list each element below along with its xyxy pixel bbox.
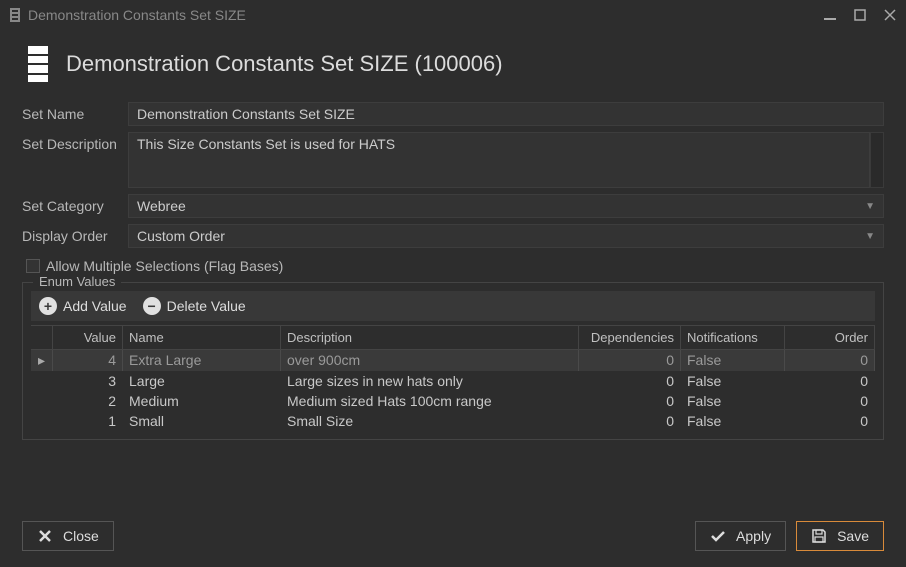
close-button[interactable]: Close — [22, 521, 114, 551]
cell-notifications[interactable]: False — [681, 391, 785, 411]
grid-header-value[interactable]: Value — [53, 326, 123, 349]
set-description-input[interactable]: This Size Constants Set is used for HATS — [128, 132, 870, 188]
enum-toolbar: + Add Value − Delete Value — [31, 291, 875, 321]
minimize-button[interactable] — [822, 7, 838, 23]
set-category-select[interactable]: Webree ▼ — [128, 194, 884, 218]
grid-header-name[interactable]: Name — [123, 326, 281, 349]
table-row[interactable]: ▸ 4 Extra Large over 900cm 0 False 0 — [31, 350, 875, 371]
cell-dependencies[interactable]: 0 — [579, 371, 681, 391]
enum-values-group: Enum Values + Add Value − Delete Value V… — [22, 282, 884, 440]
cell-value[interactable]: 2 — [53, 391, 123, 411]
cell-name[interactable]: Small — [123, 411, 281, 431]
table-row[interactable]: 3 Large Large sizes in new hats only 0 F… — [31, 371, 875, 391]
grid-header-description[interactable]: Description — [281, 326, 579, 349]
set-name-label: Set Name — [22, 102, 128, 122]
check-icon — [710, 528, 726, 544]
chevron-down-icon: ▼ — [865, 231, 875, 242]
minus-icon: − — [143, 297, 161, 315]
cell-name[interactable]: Extra Large — [123, 350, 281, 371]
display-order-label: Display Order — [22, 224, 128, 244]
allow-multiple-label: Allow Multiple Selections (Flag Bases) — [46, 258, 283, 274]
apply-label: Apply — [736, 528, 771, 544]
set-category-label: Set Category — [22, 194, 128, 214]
cell-description[interactable]: Small Size — [281, 411, 579, 431]
row-marker — [31, 391, 53, 411]
set-description-label: Set Description — [22, 132, 128, 152]
grid-header: Value Name Description Dependencies Noti… — [31, 325, 875, 350]
plus-icon: + — [39, 297, 57, 315]
row-marker — [31, 371, 53, 391]
cell-description[interactable]: Large sizes in new hats only — [281, 371, 579, 391]
grid-header-order[interactable]: Order — [785, 326, 875, 349]
save-label: Save — [837, 528, 869, 544]
cell-description[interactable]: over 900cm — [281, 350, 579, 371]
grid-header-notifications[interactable]: Notifications — [681, 326, 785, 349]
row-marker-icon: ▸ — [31, 350, 53, 371]
apply-button[interactable]: Apply — [695, 521, 786, 551]
page-title: Demonstration Constants Set SIZE (100006… — [66, 51, 503, 77]
display-order-value: Custom Order — [137, 228, 225, 244]
cell-notifications[interactable]: False — [681, 350, 785, 371]
allow-multiple-checkbox[interactable] — [26, 259, 40, 273]
add-value-label: Add Value — [63, 298, 127, 314]
set-category-value: Webree — [137, 198, 186, 214]
app-icon — [8, 8, 22, 22]
cell-order[interactable]: 0 — [785, 371, 875, 391]
row-marker — [31, 411, 53, 431]
cell-value[interactable]: 3 — [53, 371, 123, 391]
cell-value[interactable]: 1 — [53, 411, 123, 431]
cell-name[interactable]: Medium — [123, 391, 281, 411]
cell-notifications[interactable]: False — [681, 411, 785, 431]
add-value-button[interactable]: + Add Value — [39, 297, 127, 315]
cell-name[interactable]: Large — [123, 371, 281, 391]
delete-value-button[interactable]: − Delete Value — [143, 297, 246, 315]
allow-multiple-checkbox-row[interactable]: Allow Multiple Selections (Flag Bases) — [22, 254, 884, 282]
display-order-select[interactable]: Custom Order ▼ — [128, 224, 884, 248]
cell-order[interactable]: 0 — [785, 391, 875, 411]
grid-body: ▸ 4 Extra Large over 900cm 0 False 0 3 L… — [31, 350, 875, 431]
enum-grid: Value Name Description Dependencies Noti… — [31, 325, 875, 431]
titlebar: Demonstration Constants Set SIZE — [0, 0, 906, 30]
table-row[interactable]: 2 Medium Medium sized Hats 100cm range 0… — [31, 391, 875, 411]
cell-dependencies[interactable]: 0 — [579, 350, 681, 371]
set-icon — [28, 46, 48, 82]
grid-header-dependencies[interactable]: Dependencies — [579, 326, 681, 349]
save-button[interactable]: Save — [796, 521, 884, 551]
cell-order[interactable]: 0 — [785, 350, 875, 371]
page-header: Demonstration Constants Set SIZE (100006… — [0, 30, 906, 102]
maximize-button[interactable] — [852, 7, 868, 23]
cell-dependencies[interactable]: 0 — [579, 411, 681, 431]
close-icon — [37, 528, 53, 544]
save-icon — [811, 528, 827, 544]
cell-value[interactable]: 4 — [53, 350, 123, 371]
grid-header-marker — [31, 326, 53, 349]
set-name-input[interactable]: Demonstration Constants Set SIZE — [128, 102, 884, 126]
window-title: Demonstration Constants Set SIZE — [28, 7, 822, 23]
enum-values-title: Enum Values — [33, 274, 121, 289]
cell-dependencies[interactable]: 0 — [579, 391, 681, 411]
footer: Close Apply Save — [0, 509, 906, 567]
chevron-down-icon: ▼ — [865, 201, 875, 212]
cell-notifications[interactable]: False — [681, 371, 785, 391]
form: Set Name Demonstration Constants Set SIZ… — [0, 102, 906, 282]
cell-description[interactable]: Medium sized Hats 100cm range — [281, 391, 579, 411]
close-window-button[interactable] — [882, 7, 898, 23]
close-label: Close — [63, 528, 99, 544]
cell-order[interactable]: 0 — [785, 411, 875, 431]
delete-value-label: Delete Value — [167, 298, 246, 314]
textarea-scrollbar[interactable] — [870, 132, 884, 188]
table-row[interactable]: 1 Small Small Size 0 False 0 — [31, 411, 875, 431]
